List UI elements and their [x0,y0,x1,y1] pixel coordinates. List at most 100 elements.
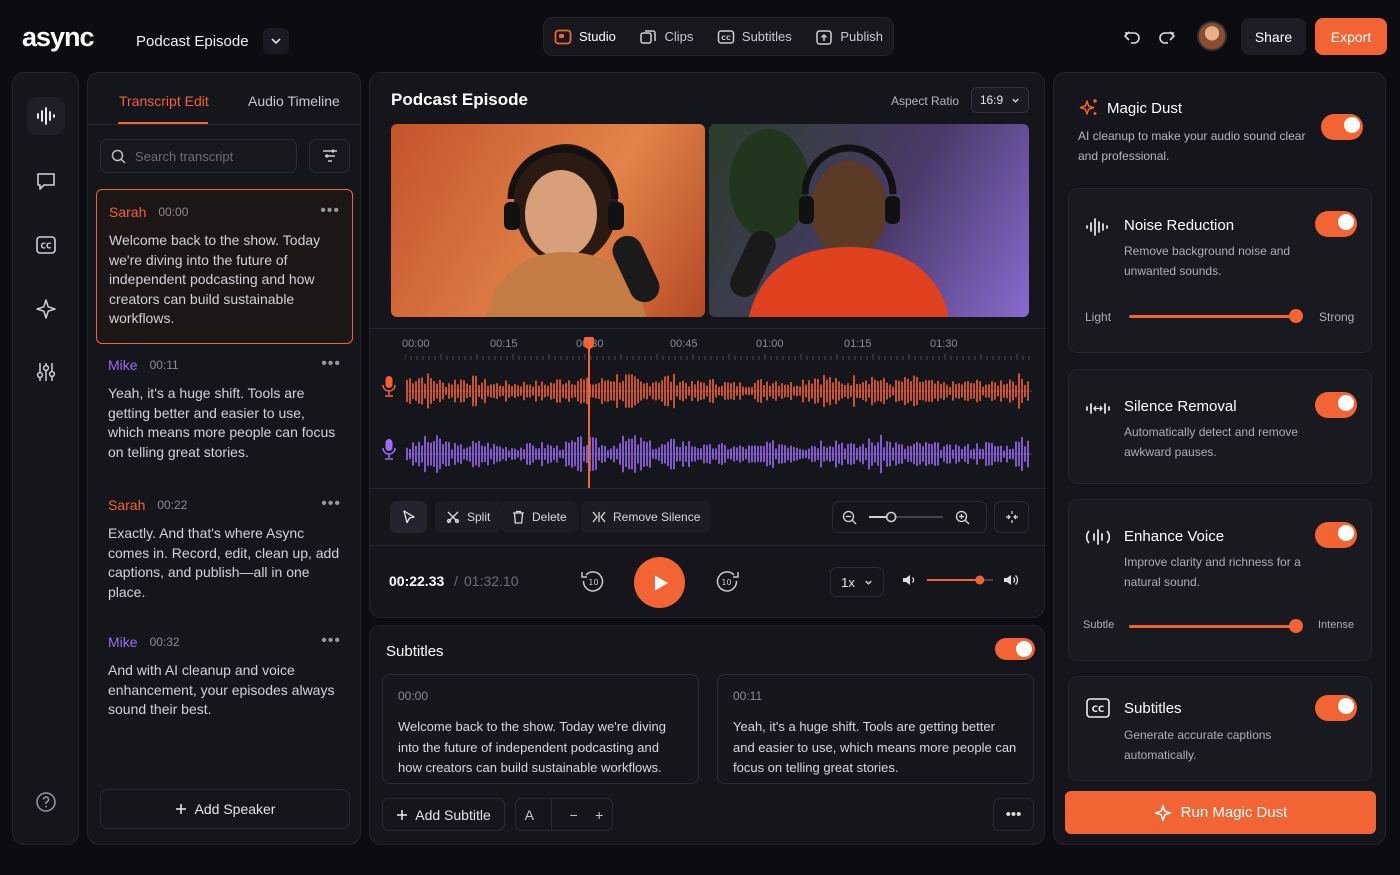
chevron-down-icon[interactable] [262,28,289,54]
slider-max-label: Intense [1318,619,1355,631]
transcript-entry[interactable]: Mike 00:32 ••• And with AI cleanup and vo… [96,620,353,734]
export-button[interactable]: Export [1315,18,1387,55]
volume-low-icon[interactable] [902,573,917,587]
playback-speed-value: 1x [841,574,855,590]
filter-button[interactable] [309,139,350,173]
project-selector[interactable]: Podcast Episode [136,28,289,54]
volume-slider[interactable] [925,573,995,587]
subtitles-card: CC Subtitles Generate accurate captions … [1068,676,1372,781]
clips-icon [639,28,657,46]
time-separator: / [454,573,458,589]
subtitle-text[interactable]: Welcome back to the show. Today we're di… [398,717,683,779]
transcript-entry[interactable]: Mike 00:11 ••• Yeah, it's a huge shift. T… [96,343,353,476]
avatar[interactable] [1197,21,1227,51]
remove-silence-button[interactable]: Remove Silence [581,501,712,533]
more-icon[interactable]: ••• [320,202,340,220]
transcript-entry[interactable]: Sarah 00:00 ••• Welcome back to the show.… [96,189,353,344]
entry-time: 00:22 [157,498,188,512]
play-button[interactable] [634,557,685,608]
mode-clips[interactable]: Clips [639,18,693,55]
speaker-name: Sarah [109,204,147,220]
redo-icon[interactable] [1157,27,1177,47]
add-subtitle-label: Add Subtitle [415,806,491,823]
transcript-entry[interactable]: Sarah 00:22 ••• Exactly. And that's where… [96,483,353,616]
audio-track-mike[interactable] [406,432,1032,476]
skip-forward-button[interactable]: 10 [714,568,740,594]
zoom-in-icon[interactable] [955,510,970,525]
share-button[interactable]: Share [1241,18,1306,55]
run-magic-dust-label: Run Magic Dust [1180,804,1288,821]
audio-track-sarah[interactable] [406,369,1032,413]
rail-audio-button[interactable] [27,97,65,135]
zoom-out-icon[interactable] [842,510,857,525]
playhead-handle[interactable] [584,337,595,349]
rail-magic-button[interactable] [27,290,65,328]
aspect-ratio-select[interactable]: 16:9 [971,87,1029,113]
speaker-name: Mike [108,357,138,373]
entry-text[interactable]: Exactly. And that's where Async comes in… [108,524,341,602]
rail-comments-button[interactable] [27,162,65,200]
video-feed-mike[interactable] [709,124,1029,317]
plus-icon [396,809,408,821]
entry-text[interactable]: Yeah, it's a huge shift. Tools are getti… [108,384,341,462]
enhance-voice-toggle[interactable] [1315,522,1357,548]
silence-removal-toggle[interactable] [1315,392,1357,418]
subtitles-more-button[interactable]: ••• [993,798,1034,831]
subtitle-text[interactable]: Yeah, it's a huge shift. Tools are getti… [733,717,1018,779]
undo-icon[interactable] [1122,27,1142,47]
subtitle-card[interactable]: 00:00 Welcome back to the show. Today we… [382,674,699,784]
subtitles-generate-toggle[interactable] [1315,695,1357,721]
tab-transcript-edit[interactable]: Transcript Edit [119,93,209,109]
entry-time: 00:00 [158,205,189,219]
enhance-voice-card: Enhance Voice Improve clarity and richne… [1068,499,1372,661]
volume-thumb[interactable] [975,575,985,585]
zoom-control [832,501,987,533]
subtitles-toggle[interactable] [995,638,1035,660]
card-title: Enhance Voice [1124,528,1225,545]
rail-mixer-button[interactable] [27,353,65,391]
delete-button[interactable]: Delete [501,501,578,533]
volume-high-icon[interactable] [1003,573,1020,587]
more-icon[interactable]: ••• [321,632,341,650]
split-button[interactable]: Split [435,501,502,533]
mode-subtitles[interactable]: CC Subtitles [717,18,792,55]
tab-audio-timeline[interactable]: Audio Timeline [248,93,340,109]
entry-text[interactable]: And with AI cleanup and voice enhancemen… [108,661,341,720]
noise-reduction-slider-thumb[interactable] [1288,309,1303,323]
card-title: Silence Removal [1124,398,1237,415]
help-button[interactable] [27,783,65,821]
fit-timeline-button[interactable] [994,501,1029,533]
skip-back-button[interactable]: 10 [580,568,606,594]
playback-speed-select[interactable]: 1x [830,567,884,597]
entry-text[interactable]: Welcome back to the show. Today we're di… [109,231,340,329]
playhead[interactable] [588,337,591,488]
zoom-thumb[interactable] [885,511,897,523]
run-magic-dust-button[interactable]: Run Magic Dust [1065,791,1376,834]
magic-dust-toggle[interactable] [1321,114,1363,140]
current-time: 00:22.33 [389,573,445,589]
subtitle-card[interactable]: 00:11 Yeah, it's a huge shift. Tools are… [717,674,1034,784]
select-tool-button[interactable] [390,501,427,533]
magic-dust-title: Magic Dust [1107,100,1183,117]
add-subtitle-button[interactable]: Add Subtitle [382,798,505,831]
enhance-voice-slider-thumb[interactable] [1288,619,1303,633]
sparkle-icon [1154,804,1172,822]
increase-font-button[interactable]: + [595,807,603,823]
filter-icon [322,149,338,163]
video-feed-sarah[interactable] [391,124,705,317]
mode-publish[interactable]: Publish [815,18,883,55]
rail-captions-button[interactable]: CC [27,226,65,264]
font-button[interactable]: A [525,807,534,823]
decrease-font-button[interactable]: − [570,807,578,823]
zoom-slider[interactable] [867,510,945,524]
timeline-ruler[interactable] [405,354,1031,360]
noise-reduction-toggle[interactable] [1315,211,1357,237]
timeline-tick: 00:00 [402,338,430,350]
add-speaker-button[interactable]: Add Speaker [100,789,350,829]
mode-studio[interactable]: Studio [554,18,616,55]
search-transcript-input[interactable]: Search transcript [100,139,297,173]
more-icon[interactable]: ••• [321,355,341,373]
more-icon[interactable]: ••• [321,495,341,513]
chevron-down-icon [1011,96,1020,105]
plus-icon [175,803,187,815]
